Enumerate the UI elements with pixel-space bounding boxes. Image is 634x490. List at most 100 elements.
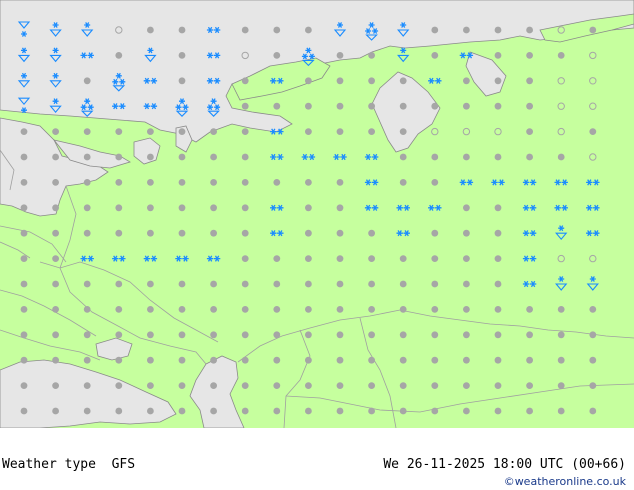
symbol-dry xyxy=(273,52,281,59)
symbol-dry xyxy=(494,26,502,34)
symbol-dry xyxy=(273,407,281,415)
symbol-dry xyxy=(494,102,502,110)
weather-map xyxy=(0,0,634,428)
symbol-dry xyxy=(83,331,91,339)
symbol-dry xyxy=(115,153,123,161)
symbol-dry xyxy=(20,153,28,161)
symbol-dry xyxy=(399,128,407,136)
symbol-dry xyxy=(431,407,439,415)
symbol-dry xyxy=(210,382,218,389)
symbol-dry xyxy=(399,356,407,364)
symbol-dry xyxy=(526,128,533,136)
symbol-dry xyxy=(494,229,502,237)
symbol-dry xyxy=(210,280,218,288)
symbol-dry xyxy=(526,52,533,59)
symbol-dry xyxy=(52,204,59,212)
symbol-dry xyxy=(305,77,312,85)
symbol-dry xyxy=(526,356,533,364)
symbol-dry xyxy=(147,26,154,34)
symbol-dry xyxy=(115,356,123,364)
symbol-dry xyxy=(147,331,154,339)
symbol-dry xyxy=(273,179,281,186)
symbol-dry xyxy=(147,204,154,212)
symbol-dry xyxy=(241,306,249,313)
symbol-dry xyxy=(83,306,91,313)
symbol-dry xyxy=(20,229,28,237)
symbol-dry xyxy=(20,356,28,364)
symbol-dry xyxy=(52,331,59,339)
symbol-dry xyxy=(273,306,281,313)
symbol-dry xyxy=(305,382,312,389)
symbol-dry xyxy=(83,382,91,389)
symbol-dry xyxy=(557,331,565,339)
symbol-dry xyxy=(305,229,312,237)
symbol-dry xyxy=(368,52,375,59)
symbol-dry xyxy=(241,77,249,85)
symbol-dry xyxy=(526,102,533,110)
symbol-dry xyxy=(83,356,91,364)
symbol-dry xyxy=(83,280,91,288)
symbol-dry xyxy=(368,382,375,389)
symbol-dry xyxy=(83,229,91,237)
symbol-dry xyxy=(494,407,502,415)
symbol-dry xyxy=(526,306,533,313)
symbol-dry xyxy=(178,204,186,212)
symbol-dry xyxy=(273,26,281,34)
symbol-dry xyxy=(557,382,565,389)
symbol-dry xyxy=(115,128,123,136)
symbol-dry xyxy=(20,255,28,262)
symbol-dry xyxy=(178,77,186,85)
symbol-dry xyxy=(241,153,249,161)
symbol-dry xyxy=(305,128,312,136)
symbol-dry xyxy=(305,179,312,186)
symbol-dry xyxy=(399,407,407,415)
symbol-dry xyxy=(83,407,91,415)
symbol-dry xyxy=(557,407,565,415)
symbol-dry xyxy=(431,382,439,389)
symbol-dry xyxy=(368,407,375,415)
symbol-dry xyxy=(494,153,502,161)
symbol-dry xyxy=(178,153,186,161)
symbol-dry xyxy=(399,382,407,389)
symbol-dry xyxy=(210,331,218,339)
symbol-dry xyxy=(83,179,91,186)
symbol-dry xyxy=(494,331,502,339)
symbol-dry xyxy=(147,128,154,136)
symbol-dry xyxy=(431,280,439,288)
symbol-dry xyxy=(178,407,186,415)
symbol-dry xyxy=(52,382,59,389)
symbol-dry xyxy=(336,52,344,59)
symbol-dry xyxy=(431,179,439,186)
symbol-dry xyxy=(589,407,597,415)
symbol-dry xyxy=(52,128,59,136)
symbol-dry xyxy=(241,204,249,212)
symbol-dry xyxy=(336,204,344,212)
symbol-dry xyxy=(463,331,470,339)
symbol-dry xyxy=(20,382,28,389)
credit-link[interactable]: ©weatheronline.co.uk xyxy=(504,475,626,488)
symbol-dry xyxy=(210,153,218,161)
symbol-dry xyxy=(115,306,123,313)
symbol-dry xyxy=(431,331,439,339)
symbol-dry xyxy=(463,255,470,262)
symbol-dry xyxy=(52,255,59,262)
symbol-dry xyxy=(115,331,123,339)
symbol-dry xyxy=(83,128,91,136)
symbol-dry xyxy=(431,26,439,34)
symbol-dry xyxy=(178,382,186,389)
symbol-dry xyxy=(20,306,28,313)
symbol-dry xyxy=(273,280,281,288)
symbol-dry xyxy=(20,128,28,136)
symbol-dry xyxy=(83,204,91,212)
symbol-dry xyxy=(557,356,565,364)
symbol-dry xyxy=(210,306,218,313)
symbol-dry xyxy=(273,331,281,339)
symbol-dry xyxy=(463,306,470,313)
symbol-dry xyxy=(494,382,502,389)
symbol-dry xyxy=(210,407,218,415)
symbol-dry xyxy=(589,356,597,364)
symbol-dry xyxy=(178,52,186,59)
symbol-dry xyxy=(463,382,470,389)
symbol-dry xyxy=(147,179,154,186)
symbol-dry xyxy=(589,382,597,389)
